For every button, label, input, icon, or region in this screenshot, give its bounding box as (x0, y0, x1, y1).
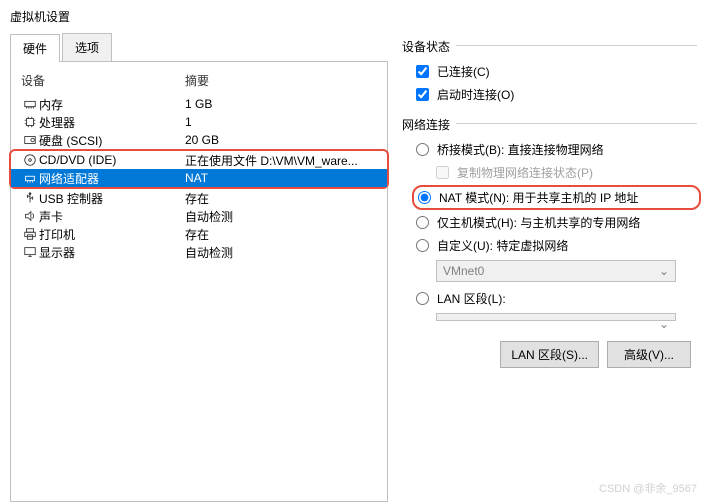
section-title: 网络连接 (402, 116, 456, 133)
device-list: 设备 摘要 内存 1 GB 处理器 1 (10, 62, 388, 502)
select-value: VMnet0 (443, 264, 484, 278)
radio-lan-segment[interactable]: LAN 区段(L): (416, 290, 697, 307)
checkbox-connected[interactable]: 已连接(C) (416, 63, 697, 80)
radio-nat[interactable]: NAT 模式(N): 用于共享主机的 IP 地址 (418, 189, 695, 206)
boot-checkbox-input[interactable] (416, 88, 429, 101)
radio-host-only[interactable]: 仅主机模式(H): 与主机共享的专用网络 (416, 214, 697, 231)
network-icon (21, 171, 39, 185)
list-row-network[interactable]: 网络适配器 NAT (11, 169, 387, 187)
device-summary: 20 GB (185, 133, 377, 147)
bridged-radio-input[interactable] (416, 143, 429, 156)
device-label: 显示器 (39, 244, 185, 261)
device-summary: 自动检测 (185, 244, 377, 261)
device-status-section: 设备状态 已连接(C) 启动时连接(O) (402, 45, 697, 103)
section-title: 设备状态 (402, 38, 456, 55)
device-summary: 1 GB (185, 97, 377, 111)
radio-label: LAN 区段(L): (437, 290, 506, 307)
device-label: CD/DVD (IDE) (39, 153, 185, 167)
lan-segments-button[interactable]: LAN 区段(S)... (500, 341, 599, 368)
device-label: 处理器 (39, 114, 185, 131)
device-summary: NAT (185, 171, 377, 185)
display-icon (21, 245, 39, 259)
header-summary: 摘要 (185, 72, 377, 89)
checkbox-connect-at-boot[interactable]: 启动时连接(O) (416, 86, 697, 103)
device-summary: 存在 (185, 190, 377, 207)
lan-segment-select: ⌄ (436, 313, 676, 321)
radio-custom[interactable]: 自定义(U): 特定虚拟网络 (416, 237, 697, 254)
right-panel: 设备状态 已连接(C) 启动时连接(O) 网络连接 (388, 33, 697, 502)
checkbox-label: 已连接(C) (437, 63, 490, 80)
checkbox-label: 复制物理网络连接状态(P) (457, 164, 593, 181)
list-row-usb[interactable]: USB 控制器 存在 (11, 189, 387, 207)
buttons-row: LAN 区段(S)... 高级(V)... (402, 341, 697, 368)
usb-icon (21, 191, 39, 205)
device-summary: 存在 (185, 226, 377, 243)
device-label: 打印机 (39, 226, 185, 243)
left-panel: 硬件 选项 设备 摘要 内存 1 GB 处理器 (10, 33, 388, 502)
nat-highlight-box: NAT 模式(N): 用于共享主机的 IP 地址 (412, 185, 701, 210)
vmnet-select: VMnet0 ⌄ (436, 260, 676, 282)
device-summary: 正在使用文件 D:\VM\VM_ware... (185, 152, 377, 169)
sound-icon (21, 209, 39, 223)
memory-icon (21, 97, 39, 111)
chevron-down-icon: ⌄ (659, 264, 669, 278)
network-connection-section: 网络连接 桥接模式(B): 直接连接物理网络 复制物理网络连接状态(P) NAT… (402, 123, 697, 321)
checkbox-label: 启动时连接(O) (437, 86, 514, 103)
list-row-printer[interactable]: 打印机 存在 (11, 225, 387, 243)
device-label: 网络适配器 (39, 170, 185, 187)
tabs: 硬件 选项 (10, 33, 388, 62)
lan-radio-input[interactable] (416, 292, 429, 305)
device-label: 硬盘 (SCSI) (39, 132, 185, 149)
list-row-display[interactable]: 显示器 自动检测 (11, 243, 387, 261)
header-device: 设备 (21, 72, 185, 89)
radio-label: 桥接模式(B): 直接连接物理网络 (437, 141, 604, 158)
replicate-checkbox-input (436, 166, 449, 179)
connected-checkbox-input[interactable] (416, 65, 429, 78)
list-row-cpu[interactable]: 处理器 1 (11, 113, 387, 131)
watermark: CSDN @非余_9567 (599, 480, 697, 496)
tab-hardware[interactable]: 硬件 (10, 34, 60, 62)
list-row-disk[interactable]: 硬盘 (SCSI) 20 GB (11, 131, 387, 149)
hostonly-radio-input[interactable] (416, 216, 429, 229)
device-summary: 自动检测 (185, 208, 377, 225)
device-label: USB 控制器 (39, 190, 185, 207)
disk-icon (21, 133, 39, 147)
cpu-icon (21, 115, 39, 129)
cd-icon (21, 153, 39, 167)
window-title: 虚拟机设置 (0, 0, 707, 33)
advanced-button[interactable]: 高级(V)... (607, 341, 691, 368)
printer-icon (21, 227, 39, 241)
list-row-memory[interactable]: 内存 1 GB (11, 95, 387, 113)
checkbox-replicate: 复制物理网络连接状态(P) (436, 164, 697, 181)
tab-options[interactable]: 选项 (62, 33, 112, 61)
list-row-cd[interactable]: CD/DVD (IDE) 正在使用文件 D:\VM\VM_ware... (11, 151, 387, 169)
device-label: 声卡 (39, 208, 185, 225)
list-header: 设备 摘要 (11, 62, 387, 95)
radio-label: 自定义(U): 特定虚拟网络 (437, 237, 568, 254)
device-label: 内存 (39, 96, 185, 113)
custom-radio-input[interactable] (416, 239, 429, 252)
nat-radio-input[interactable] (418, 191, 431, 204)
radio-bridged[interactable]: 桥接模式(B): 直接连接物理网络 (416, 141, 697, 158)
chevron-down-icon: ⌄ (659, 317, 669, 331)
list-row-sound[interactable]: 声卡 自动检测 (11, 207, 387, 225)
device-summary: 1 (185, 115, 377, 129)
radio-label: 仅主机模式(H): 与主机共享的专用网络 (437, 214, 640, 231)
radio-label: NAT 模式(N): 用于共享主机的 IP 地址 (439, 189, 638, 206)
